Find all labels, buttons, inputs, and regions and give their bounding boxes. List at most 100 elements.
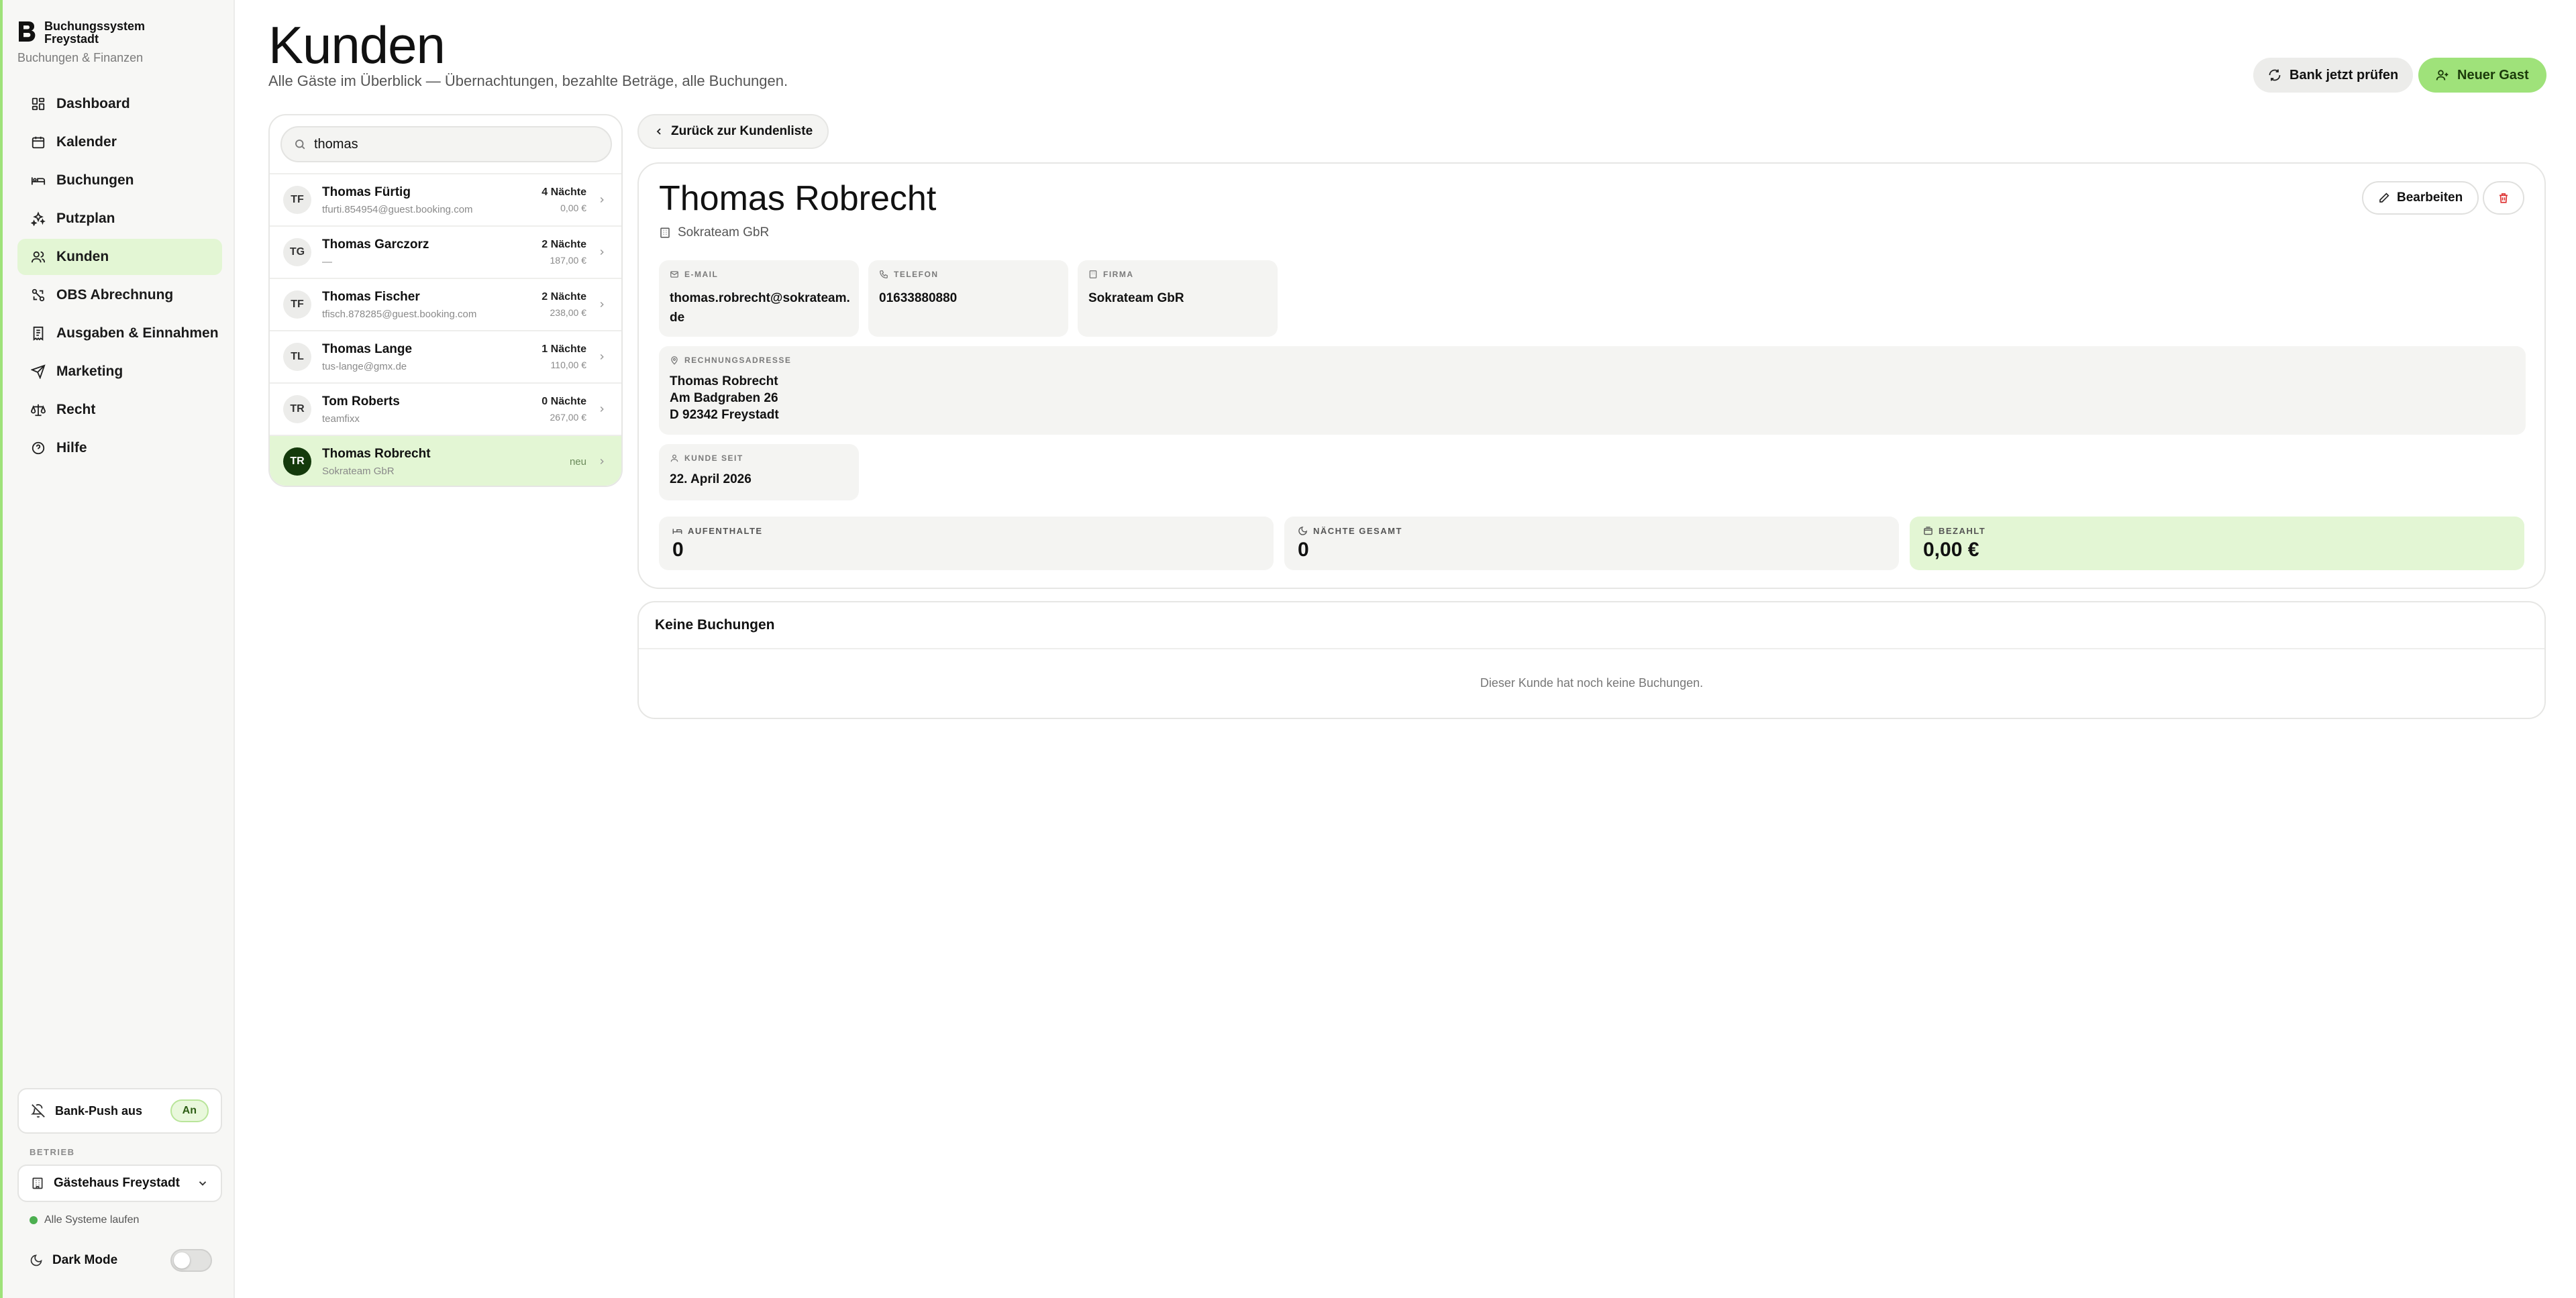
chevron-right-icon <box>600 197 604 203</box>
email-line1: thomas.robrecht@sokrateam. <box>670 291 850 305</box>
nav-item-hilfe[interactable]: Hilfe <box>17 430 222 466</box>
bed-icon <box>31 177 46 185</box>
betrieb-select[interactable]: Gästehaus Freystadt <box>17 1165 222 1202</box>
back-to-list-button[interactable]: Zurück zur Kundenliste <box>637 114 829 149</box>
customer-nights: 2 Nächte <box>542 239 586 250</box>
firma-field: FIRMA Sokrateam GbR <box>1078 260 1278 337</box>
nights-stat: NÄCHTE GESAMT 0 <box>1284 517 1899 570</box>
customer-detail-card: Thomas Robrecht Sokrateam GbR Bearbeiten… <box>637 162 2546 589</box>
dark-mode-toggle[interactable] <box>170 1249 212 1272</box>
system-status: Alle Systeme laufen <box>30 1214 139 1226</box>
paid-stat: BEZAHLT 0,00 € <box>1910 517 2524 570</box>
since-value: 22. April 2026 <box>670 472 752 486</box>
brand[interactable]: Buchungssystem Freystadt <box>17 20 145 46</box>
avatar: TL <box>283 343 311 371</box>
customer-detail-company: Sokrateam GbR <box>659 225 769 240</box>
customer-detail-name: Thomas Robrecht <box>659 179 937 218</box>
search-input[interactable] <box>314 136 596 152</box>
chevron-right-icon <box>600 249 604 256</box>
nav-label: Marketing <box>56 364 123 379</box>
chevron-right-icon <box>600 301 604 308</box>
edit-label: Bearbeiten <box>2397 191 2463 205</box>
customer-list-panel: TF Thomas Fürtig tfurti.854954@guest.boo… <box>268 114 623 487</box>
phone-field: TELEFON 01633880880 <box>868 260 1068 337</box>
email-value[interactable]: thomas.robrecht@sokrateam. de <box>670 288 850 327</box>
page-subtitle: Alle Gäste im Überblick — Übernachtungen… <box>268 72 788 89</box>
chevron-right-icon <box>600 406 604 413</box>
customer-row[interactable]: TR Tom Roberts teamfixx 0 Nächte 267,00 … <box>270 382 621 435</box>
phone-label: TELEFON <box>894 270 939 279</box>
customer-amount: 267,00 € <box>550 412 587 423</box>
nav-item-kalender[interactable]: Kalender <box>17 124 222 160</box>
customer-nights: 0 Nächte <box>542 396 586 407</box>
wallet-icon <box>1924 527 1933 535</box>
customer-since-field: KUNDE SEIT 22. April 2026 <box>659 444 859 500</box>
new-guest-button[interactable]: Neuer Gast <box>2418 58 2546 93</box>
address-label: RECHNUNGSADRESSE <box>684 356 792 365</box>
bank-check-button[interactable]: Bank jetzt prüfen <box>2253 58 2414 93</box>
betrieb-value: Gästehaus Freystadt <box>54 1176 180 1190</box>
customer-amount: 0,00 € <box>560 203 586 213</box>
customer-row[interactable]: TL Thomas Lange tus-lange@gmx.de 1 Nächt… <box>270 330 621 382</box>
bank-check-label: Bank jetzt prüfen <box>2289 67 2399 83</box>
nav-label: Recht <box>56 402 96 417</box>
customer-row[interactable]: TF Thomas Fürtig tfurti.854954@guest.boo… <box>270 173 621 225</box>
brand-name-line1: Buchungssystem <box>44 19 146 33</box>
building-icon <box>1089 270 1097 278</box>
nav-item-putzplan[interactable]: Putzplan <box>17 201 222 237</box>
bookings-empty-text: Dieser Kunde hat noch keine Buchungen. <box>1480 676 1704 690</box>
customer-amount: 110,00 € <box>550 360 586 370</box>
scale-icon <box>32 288 45 302</box>
search-icon <box>295 140 305 150</box>
nav-item-buchungen[interactable]: Buchungen <box>17 162 222 199</box>
bookings-title: Keine Buchungen <box>655 617 775 633</box>
nav-label: Hilfe <box>56 440 87 455</box>
stays-stat: AUFENTHALTE 0 <box>659 517 1274 570</box>
nav-item-obs-abrechnung[interactable]: OBS Abrechnung <box>17 277 222 313</box>
bank-push-toggle-button[interactable]: An <box>170 1099 209 1122</box>
chevron-down-icon <box>199 1181 207 1186</box>
new-badge: neu <box>569 455 586 468</box>
pencil-icon <box>2379 193 2389 203</box>
nav-item-ausgaben-einnahmen[interactable]: Ausgaben & Einnahmen <box>17 315 222 351</box>
chevron-right-icon <box>600 458 604 465</box>
nav-item-marketing[interactable]: Marketing <box>17 354 222 390</box>
nav-item-recht[interactable]: Recht <box>17 392 222 428</box>
edit-button[interactable]: Bearbeiten <box>2362 181 2479 215</box>
refresh-icon <box>2269 69 2281 81</box>
trash-icon <box>2500 193 2508 203</box>
nav-label: Putzplan <box>56 211 115 226</box>
address-value: Thomas Robrecht Am Badgraben 26 D 92342 … <box>670 373 2515 423</box>
address-line3: D 92342 Freystadt <box>670 408 779 422</box>
avatar: TR <box>283 395 311 423</box>
bank-push-label: Bank-Push aus <box>55 1103 143 1118</box>
bank-push-card: Bank-Push aus An <box>17 1088 222 1134</box>
stays-value: 0 <box>672 539 684 561</box>
paid-value: 0,00 € <box>1923 539 1979 561</box>
nav-item-dashboard[interactable]: Dashboard <box>17 86 222 122</box>
customer-row-selected[interactable]: TR Thomas Robrecht Sokrateam GbR neu <box>270 435 621 486</box>
customer-name: Thomas Fürtig <box>322 184 411 199</box>
customer-row[interactable]: TG Thomas Garczorz — 2 Nächte 187,00 € <box>270 225 621 278</box>
customer-name: Thomas Fischer <box>322 289 420 304</box>
nav-label: Ausgaben & Einnahmen <box>56 325 219 341</box>
phone-icon <box>880 270 888 278</box>
avatar: TF <box>283 290 311 319</box>
address-line1: Thomas Robrecht <box>670 374 778 388</box>
customer-name: Thomas Garczorz <box>322 237 429 252</box>
brand-logo-icon <box>19 21 36 42</box>
mail-icon <box>670 271 678 278</box>
customer-email: teamfixx <box>322 413 360 425</box>
customer-email: tfisch.878285@guest.booking.com <box>322 308 477 320</box>
nav-label: Buchungen <box>56 172 134 188</box>
avatar: TG <box>283 238 311 266</box>
email-line2: de <box>670 311 685 325</box>
chevron-left-icon <box>656 128 661 135</box>
delete-button[interactable] <box>2483 181 2524 215</box>
nav-item-kunden[interactable]: Kunden <box>17 239 222 275</box>
moon-icon <box>1298 527 1307 535</box>
customer-row[interactable]: TF Thomas Fischer tfisch.878285@guest.bo… <box>270 278 621 330</box>
phone-value[interactable]: 01633880880 <box>879 288 1058 308</box>
customer-company: Sokrateam GbR <box>322 465 395 477</box>
main-nav: Dashboard Kalender Buchungen Putzplan Ku… <box>17 86 222 468</box>
